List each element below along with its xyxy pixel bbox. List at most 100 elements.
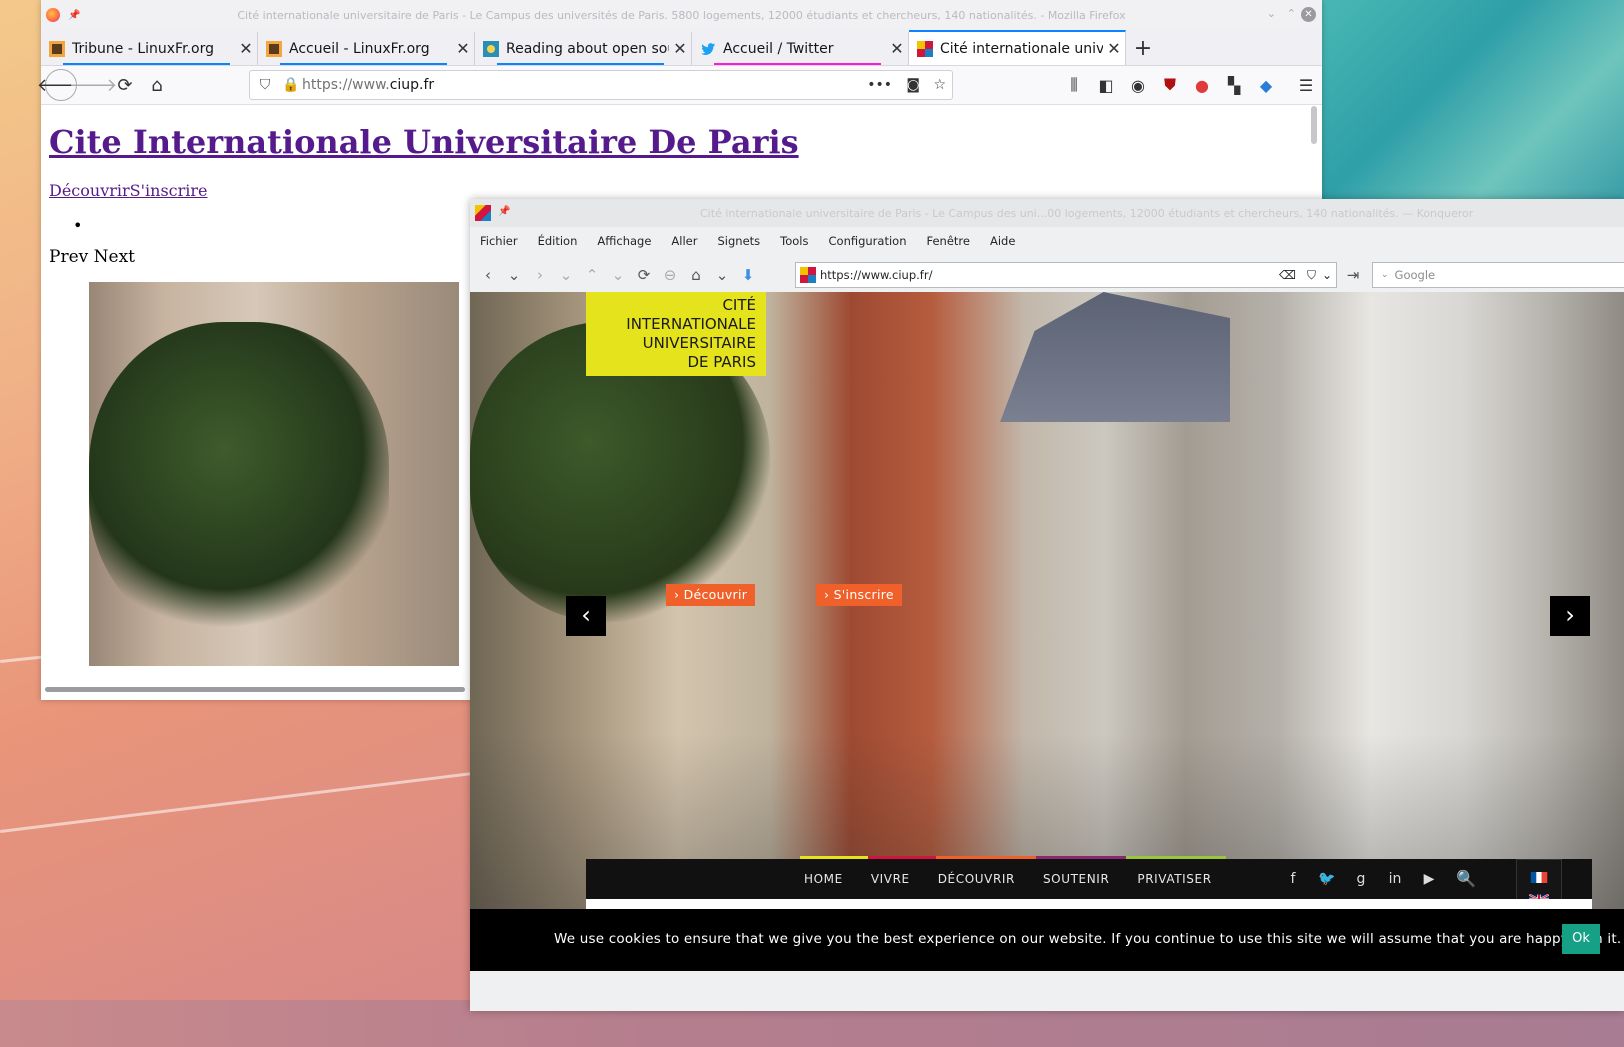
search-placeholder: Google [1394, 268, 1436, 282]
url-bar[interactable]: https://www.ciup.fr/ ⌫ ⛉ ⌄ [795, 262, 1337, 288]
menu-edition[interactable]: Édition [528, 234, 588, 248]
slider-next-arrow[interactable]: › [1550, 596, 1590, 636]
tab-container-underline [497, 63, 664, 65]
nav-home[interactable]: HOME [804, 872, 843, 886]
back-history-dropdown-icon[interactable]: ⌄ [501, 262, 527, 288]
search-provider-dropdown-icon[interactable]: ⌄ [1381, 270, 1389, 280]
close-window-icon[interactable]: ✕ [1301, 7, 1316, 22]
twitter-icon[interactable]: 🐦 [1310, 871, 1344, 887]
slider-prev-arrow[interactable]: ‹ [566, 596, 606, 636]
ciup-favicon-icon [800, 267, 816, 283]
ciup-logo[interactable]: CITÉ INTERNATIONALE UNIVERSITAIRE DE PAR… [586, 292, 766, 376]
logo-line: INTERNATIONALE [626, 315, 756, 333]
reload-button[interactable]: ⟳ [631, 262, 657, 288]
lock-icon[interactable]: 🔒 [280, 77, 302, 93]
account-icon[interactable]: ◉ [1122, 69, 1154, 101]
reload-button[interactable]: ⟳ [109, 69, 141, 101]
stop-button[interactable]: ⊖ [657, 262, 683, 288]
nav-privatiser[interactable]: PRIVATISER [1137, 872, 1211, 886]
menu-signets[interactable]: Signets [707, 234, 770, 248]
maximize-icon[interactable]: ⌃ [1287, 7, 1296, 20]
page-actions-icon[interactable]: ••• [867, 77, 892, 93]
vertical-scrollbar[interactable] [1311, 106, 1317, 144]
google-icon[interactable]: g [1344, 871, 1378, 887]
tab-label: Accueil - LinuxFr.org [289, 40, 430, 57]
hamburger-menu-icon[interactable]: ☰ [1290, 69, 1322, 101]
tab-tribune[interactable]: Tribune - LinuxFr.org ✕ [41, 32, 258, 65]
tab-reading-open-source[interactable]: Reading about open source ✕ [475, 32, 692, 65]
pocket-icon[interactable]: ◙ [906, 77, 920, 93]
bookmark-star-icon[interactable]: ☆ [933, 77, 946, 93]
horizontal-scrollbar[interactable] [45, 687, 465, 692]
back-button[interactable]: ‹ [475, 262, 501, 288]
linuxfr-favicon-icon [49, 40, 65, 57]
extension-grid-icon[interactable]: ▚ [1218, 69, 1250, 101]
tab-close-icon[interactable]: ✕ [886, 39, 908, 58]
menu-aller[interactable]: Aller [661, 234, 707, 248]
tab-accueil-linuxfr[interactable]: Accueil - LinuxFr.org ✕ [258, 32, 475, 65]
tab-close-icon[interactable]: ✕ [1103, 39, 1125, 58]
tab-label: Accueil / Twitter [723, 40, 834, 57]
clear-url-icon[interactable]: ⌫ [1279, 268, 1296, 282]
tab-label: Cité internationale universitaire de Par… [940, 40, 1103, 57]
extension-blue-icon[interactable]: ◆ [1250, 69, 1282, 101]
nav-soutenir[interactable]: SOUTENIR [1043, 872, 1109, 886]
forward-button[interactable]: › [527, 262, 553, 288]
nav-vivre[interactable]: VIVRE [871, 872, 910, 886]
flag-fr-icon[interactable] [1529, 872, 1549, 883]
download-icon[interactable]: ⬇ [735, 262, 761, 288]
desktop-wallpaper-teal [1322, 0, 1624, 200]
home-button[interactable]: ⌂ [141, 69, 173, 101]
tab-container-underline [280, 63, 447, 65]
nav-decouvrir[interactable]: DÉCOUVRIR [938, 872, 1015, 886]
new-tab-button[interactable]: + [1126, 32, 1160, 65]
youtube-icon[interactable]: ▶ [1412, 871, 1446, 887]
up-dropdown-icon[interactable]: ⌄ [605, 262, 631, 288]
decouvrir-button[interactable]: › Découvrir [666, 584, 756, 606]
facebook-icon[interactable]: f [1276, 871, 1310, 887]
url-history-dropdown-icon[interactable]: ⌄ [1322, 268, 1332, 282]
ublock-icon[interactable]: ⛊ [1154, 69, 1186, 101]
cookie-ok-button[interactable]: Ok [1562, 924, 1600, 954]
menu-tools[interactable]: Tools [770, 234, 818, 248]
link-decouvrir[interactable]: Découvrir [49, 181, 130, 200]
tracking-shield-icon[interactable]: ⛉ [250, 77, 280, 93]
menu-configuration[interactable]: Configuration [819, 234, 917, 248]
tab-ciup[interactable]: Cité internationale universitaire de Par… [909, 30, 1126, 65]
tab-close-icon[interactable]: ✕ [235, 39, 257, 58]
url-bar[interactable]: ⛉ 🔒 https://www. ciup.fr ••• ◙ ☆ [249, 70, 953, 100]
tab-close-icon[interactable]: ✕ [452, 39, 474, 58]
konqueror-titlebar: 📌 Cité internationale universitaire de P… [470, 199, 1624, 227]
tab-bar: Tribune - LinuxFr.org ✕ Accueil - LinuxF… [41, 30, 1322, 66]
pin-icon[interactable]: 📌 [498, 206, 510, 217]
library-icon[interactable]: ⫼ [1058, 69, 1090, 101]
tab-close-icon[interactable]: ✕ [669, 39, 691, 58]
page-heading-link[interactable]: Cite Internationale Universitaire De Par… [49, 123, 799, 161]
tab-twitter[interactable]: Accueil / Twitter ✕ [692, 32, 909, 65]
logo-line: DE PARIS [687, 353, 756, 371]
menu-fichier[interactable]: Fichier [470, 234, 528, 248]
search-field[interactable]: ⌄ Google [1372, 262, 1624, 288]
url-prefix: https://www. [302, 77, 390, 93]
forward-history-dropdown-icon[interactable]: ⌄ [553, 262, 579, 288]
menu-aide[interactable]: Aide [980, 234, 1025, 248]
menu-affichage[interactable]: Affichage [587, 234, 661, 248]
cookie-message: We use cookies to ensure that we give yo… [554, 931, 1622, 947]
link-inscrire[interactable]: S'inscrire [130, 181, 208, 200]
sidebar-icon[interactable]: ◧ [1090, 69, 1122, 101]
twitter-bird-icon [701, 42, 715, 55]
minimize-icon[interactable]: ⌄ [1267, 7, 1276, 20]
go-button[interactable]: ⇥ [1340, 262, 1366, 288]
url-domain: ciup.fr [389, 77, 435, 93]
sinscrire-button[interactable]: › S'inscrire [816, 584, 902, 606]
adblock-shield-icon[interactable]: ⛉ [1307, 268, 1316, 283]
linkedin-icon[interactable]: in [1378, 871, 1412, 887]
forward-button[interactable]: 🡒 [69, 69, 117, 101]
up-button[interactable]: ⌃ [579, 262, 605, 288]
prev-next-text[interactable]: Prev Next [49, 247, 135, 267]
menu-fenetre[interactable]: Fenêtre [917, 234, 980, 248]
extension-red-icon[interactable]: ● [1186, 69, 1218, 101]
home-button[interactable]: ⌂ [683, 262, 709, 288]
home-dropdown-icon[interactable]: ⌄ [709, 262, 735, 288]
search-icon[interactable]: 🔍 [1456, 869, 1476, 888]
